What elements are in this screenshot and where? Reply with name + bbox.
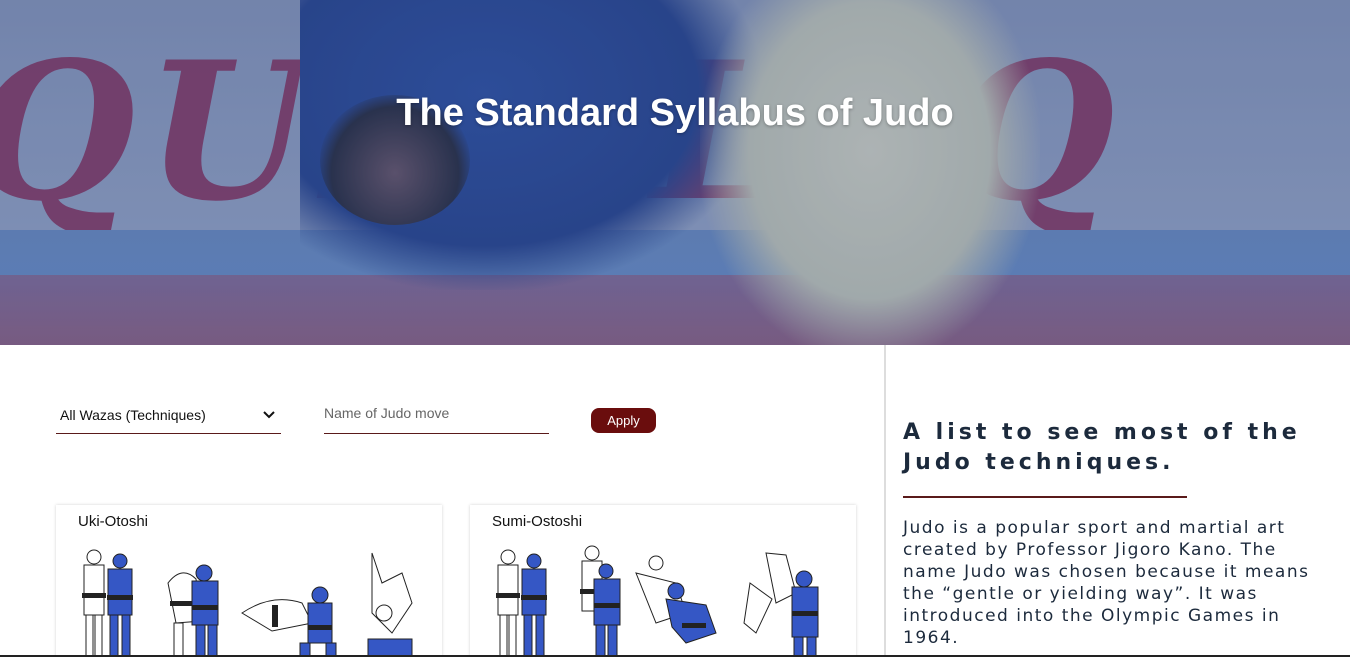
sidebar-divider xyxy=(884,345,886,657)
hero-banner: QUI ELEQ The Standard Syllabus of Judo xyxy=(0,0,1350,345)
apply-button[interactable]: Apply xyxy=(591,408,656,433)
technique-illustration xyxy=(82,549,413,657)
move-name-search-input[interactable] xyxy=(324,397,549,434)
sidebar-description: Judo is a popular sport and martial art … xyxy=(903,518,1310,648)
sidebar-heading: A list to see most of the Judo technique… xyxy=(903,420,1301,475)
hero-overlay xyxy=(0,0,1350,345)
technique-card[interactable]: Uki-Otoshi xyxy=(56,505,442,657)
chevron-down-icon xyxy=(261,407,277,423)
technique-illustration xyxy=(496,545,819,657)
sidebar-heading-underline xyxy=(903,496,1187,498)
waza-filter-select[interactable]: All Wazas (Techniques) xyxy=(56,397,281,434)
technique-name: Uki-Otoshi xyxy=(78,513,149,530)
waza-filter-selected: All Wazas (Techniques) xyxy=(60,407,206,423)
technique-name: Sumi-Ostoshi xyxy=(492,513,583,530)
page-title: The Standard Syllabus of Judo xyxy=(396,92,954,134)
technique-card[interactable]: Sumi-Ostoshi xyxy=(470,505,856,657)
